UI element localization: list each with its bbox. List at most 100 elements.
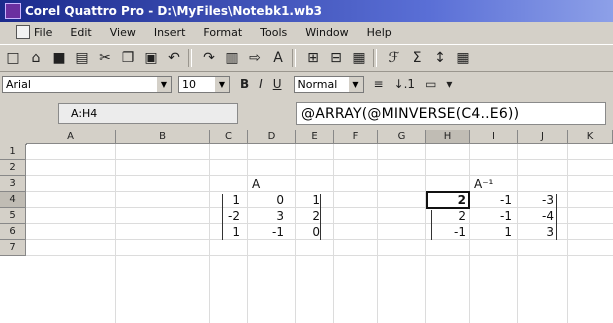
chevron-down-icon[interactable]: ▼ (157, 76, 171, 92)
open-icon[interactable]: ⌂ (26, 48, 46, 68)
number-format-icon[interactable]: ↓.1 (394, 77, 416, 91)
matrix-a-cell[interactable]: -2 (226, 208, 240, 224)
gridline (567, 144, 568, 323)
matrix-inverse-cell[interactable]: -1 (490, 208, 512, 224)
menu-file[interactable]: File (34, 26, 52, 39)
spreadsheet-grid[interactable]: A B C D E F G H I J K 1 2 3 4 5 6 7 A A⁻… (0, 130, 613, 323)
matrix-a-label[interactable]: A (252, 176, 272, 192)
table-icon[interactable]: ▦ (349, 48, 369, 68)
menu-help[interactable]: Help (367, 26, 392, 39)
row-header-2[interactable]: 2 (0, 160, 26, 176)
matrix-a-cell[interactable]: 1 (226, 192, 240, 208)
border-icon[interactable]: ▭ (425, 77, 436, 91)
matrix-inverse-label[interactable]: A⁻¹ (474, 176, 500, 192)
row-header-7[interactable]: 7 (0, 240, 26, 256)
menu-insert[interactable]: Insert (154, 26, 186, 39)
matrix-a-cell[interactable]: 1 (226, 224, 240, 240)
document-icon[interactable] (16, 25, 30, 39)
matrix-inverse-cell[interactable]: 1 (490, 224, 512, 240)
column-header-a[interactable]: A (26, 130, 116, 144)
gridline (377, 144, 378, 323)
matrix-inverse-cell[interactable]: 2 (440, 192, 466, 208)
grid-icon[interactable]: ▦ (453, 48, 473, 68)
fit-icon[interactable]: ⊟ (326, 48, 346, 68)
matrix-a-cell[interactable]: 2 (306, 208, 320, 224)
cell-reference: A:H4 (71, 107, 98, 120)
new-icon[interactable]: □ (3, 48, 23, 68)
matrix-a-cell[interactable]: -1 (270, 224, 284, 240)
insert-icon[interactable]: A (268, 48, 288, 68)
row-header-1[interactable]: 1 (0, 144, 26, 160)
gridline (333, 144, 334, 323)
sum-icon[interactable]: Σ (407, 48, 427, 68)
gridline (295, 144, 296, 323)
save-icon[interactable]: ■ (49, 48, 69, 68)
select-all-corner[interactable] (0, 130, 27, 145)
matrix-a-cell[interactable]: 1 (306, 192, 320, 208)
matrix-inverse-cell[interactable]: 3 (534, 224, 554, 240)
chevron-down-icon[interactable]: ▼ (348, 76, 363, 92)
bold-button[interactable]: B (240, 77, 249, 91)
toolbar-separator (292, 49, 296, 67)
title-bar: Corel Quattro Pro - D:\MyFiles\Notebk1.w… (0, 0, 613, 22)
function-icon[interactable]: ℱ (384, 48, 404, 68)
matrix-a-cell[interactable]: 0 (306, 224, 320, 240)
matrix-a-cell[interactable]: 0 (270, 192, 284, 208)
menu-view[interactable]: View (110, 26, 136, 39)
cell-reference-box[interactable]: A:H4 (58, 103, 238, 124)
style-value: Normal (297, 77, 338, 91)
font-select[interactable]: Arial ▼ (2, 75, 172, 93)
row-header-6[interactable]: 6 (0, 224, 26, 240)
font-size-select[interactable]: 10 ▼ (178, 75, 230, 93)
column-header-b[interactable]: B (116, 130, 210, 144)
column-header-c[interactable]: C (210, 130, 248, 144)
redo-icon[interactable]: ↷ (199, 48, 219, 68)
text-icon[interactable]: ⇨ (245, 48, 265, 68)
column-header-j[interactable]: J (518, 130, 568, 144)
menu-window[interactable]: Window (305, 26, 348, 39)
chevron-down-icon[interactable]: ▼ (215, 76, 229, 92)
menu-format[interactable]: Format (203, 26, 242, 39)
print-icon[interactable]: ▤ (72, 48, 92, 68)
chart-icon[interactable]: ▥ (222, 48, 242, 68)
style-select[interactable]: Normal ▼ (293, 75, 364, 93)
column-header-g[interactable]: G (378, 130, 426, 144)
underline-button[interactable]: U (273, 77, 282, 91)
matrix-inverse-cell[interactable]: -4 (534, 208, 554, 224)
formula-text: @ARRAY(@MINVERSE(C4..E6)) (301, 105, 520, 122)
fill-icon[interactable]: ▾ (446, 77, 452, 91)
matrix-inverse-cell[interactable]: -1 (440, 224, 466, 240)
matrix-inverse-cell[interactable]: -3 (534, 192, 554, 208)
italic-button[interactable]: I (259, 77, 263, 91)
matrix-inverse-right-bracket (556, 194, 557, 240)
menu-bar: File Edit View Insert Format Tools Windo… (0, 22, 613, 42)
app-window: Corel Quattro Pro - D:\MyFiles\Notebk1.w… (0, 0, 613, 323)
gridline (115, 144, 116, 323)
row-header-5[interactable]: 5 (0, 208, 26, 224)
column-header-e[interactable]: E (296, 130, 334, 144)
column-header-f[interactable]: F (334, 130, 378, 144)
cut-icon[interactable]: ✂ (95, 48, 115, 68)
copy-icon[interactable]: ❐ (118, 48, 138, 68)
row-header-3[interactable]: 3 (0, 176, 26, 192)
formula-input[interactable]: @ARRAY(@MINVERSE(C4..E6)) (296, 102, 606, 125)
menu-tools[interactable]: Tools (260, 26, 287, 39)
undo-icon[interactable]: ↶ (164, 48, 184, 68)
gridline (469, 144, 470, 323)
row-header-4[interactable]: 4 (0, 192, 26, 208)
column-header-k[interactable]: K (568, 130, 613, 144)
matrix-inverse-cell[interactable]: -1 (490, 192, 512, 208)
paste-icon[interactable]: ▣ (141, 48, 161, 68)
menu-edit[interactable]: Edit (70, 26, 91, 39)
align-icon[interactable]: ≡ (374, 77, 384, 91)
column-header-h[interactable]: H (426, 130, 470, 144)
sort-icon[interactable]: ↕ (430, 48, 450, 68)
delete-icon[interactable]: ⊞ (303, 48, 323, 68)
matrix-inverse-cell[interactable]: 2 (440, 208, 466, 224)
matrix-a-right-bracket (320, 194, 321, 240)
matrix-a-cell[interactable]: 3 (270, 208, 284, 224)
column-header-i[interactable]: I (470, 130, 518, 144)
gridline (209, 144, 210, 323)
column-header-d[interactable]: D (248, 130, 296, 144)
input-line: A:H4 @ARRAY(@MINVERSE(C4..E6)) (0, 100, 613, 127)
